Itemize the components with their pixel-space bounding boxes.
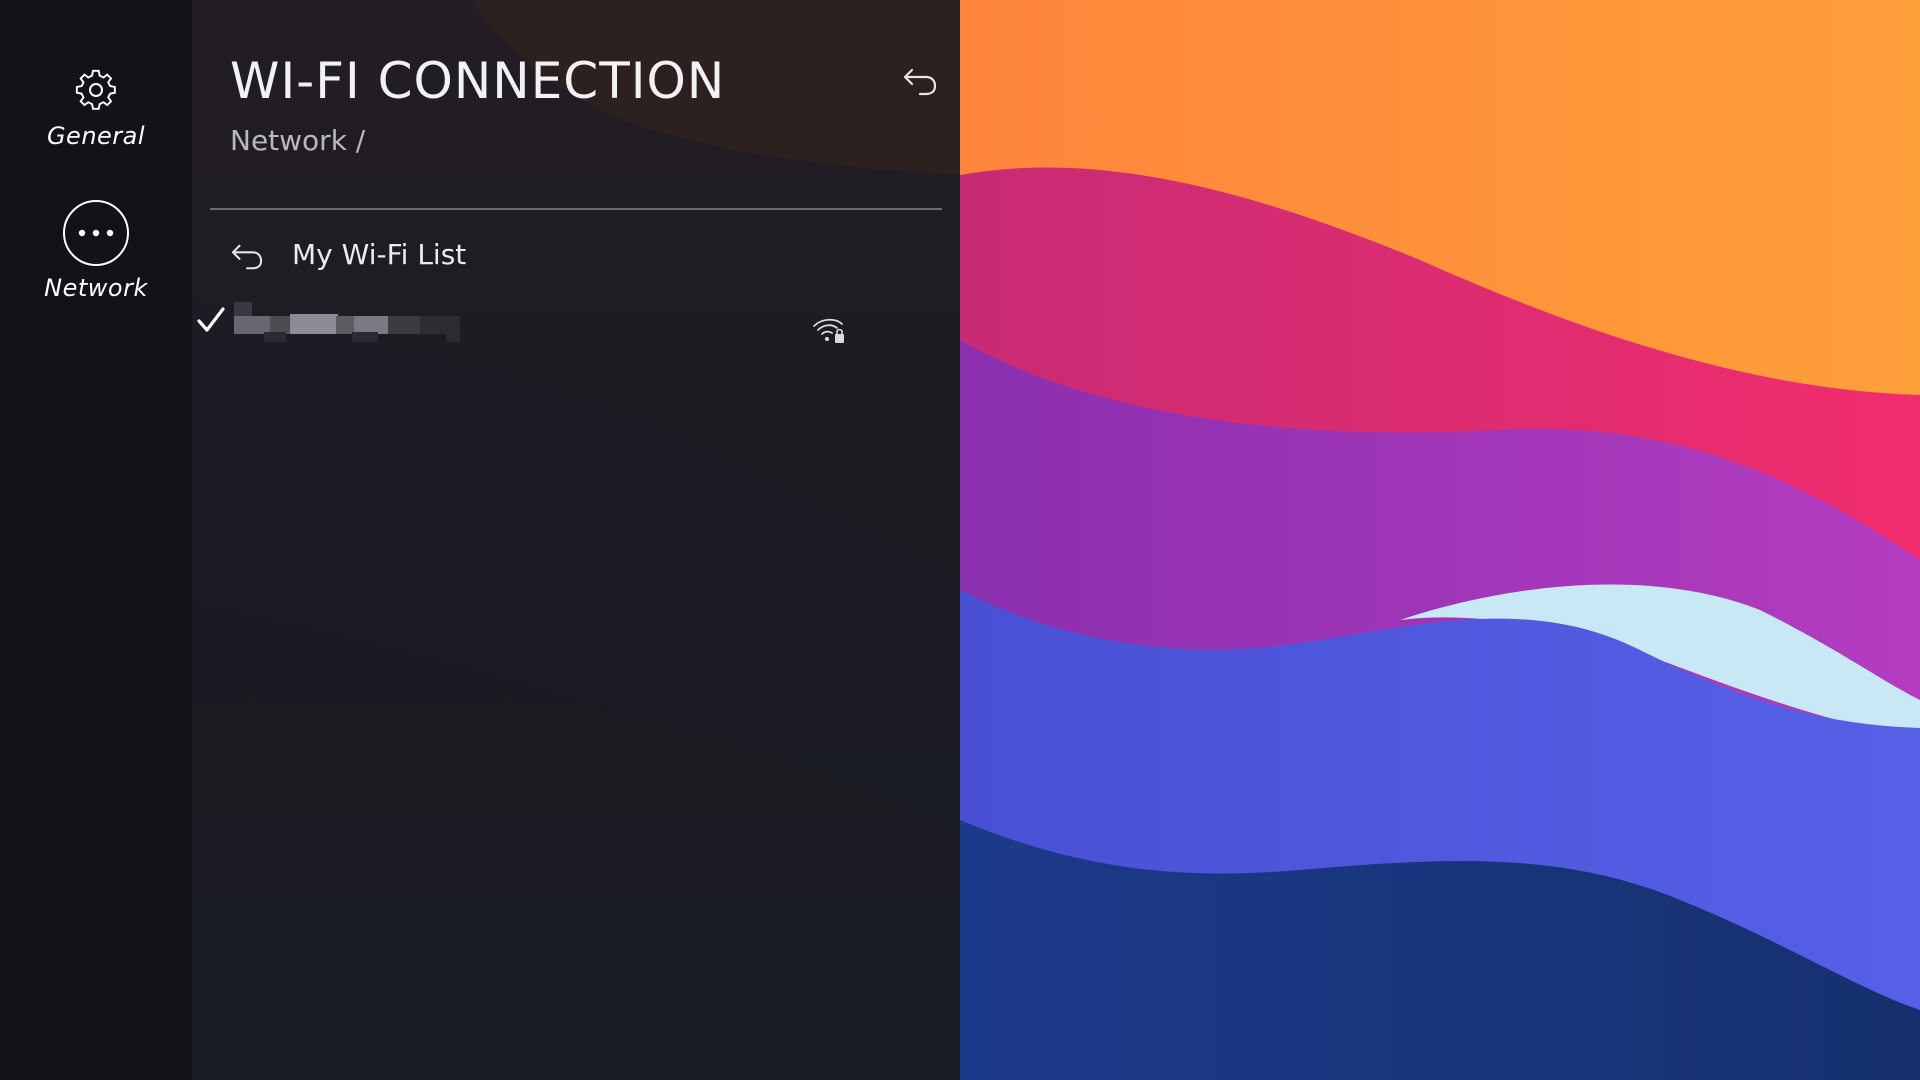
back-arrow-icon [231, 244, 263, 270]
back-arrow-icon[interactable] [902, 66, 938, 98]
gear-icon [75, 69, 116, 110]
page-title: WI-FI CONNECTION [230, 52, 726, 110]
sidebar-item-network[interactable]: Network [0, 200, 192, 302]
settings-sidebar: General Network [0, 0, 192, 1080]
divider [210, 208, 942, 210]
wifi-lock-icon [813, 318, 844, 343]
sidebar-item-label: General [46, 122, 146, 150]
tv-settings-screen: General Network WI-FI CONNECTION Network… [0, 0, 1920, 1080]
wifi-network-item[interactable] [192, 296, 960, 356]
breadcrumb: Network / [230, 124, 366, 157]
checkmark-icon [197, 307, 225, 332]
my-wifi-list-label: My Wi-Fi List [292, 238, 467, 271]
sidebar-item-label: Network [44, 274, 148, 302]
sidebar-item-general[interactable]: General [0, 68, 192, 150]
network-ssid [234, 300, 235, 301]
wifi-connection-panel: WI-FI CONNECTION Network / My Wi-Fi List [192, 0, 960, 1080]
panel-content: WI-FI CONNECTION Network / My Wi-Fi List [192, 0, 960, 1080]
my-wifi-list-back-button[interactable]: My Wi-Fi List [210, 226, 942, 286]
network-ssid-obscured [234, 300, 464, 352]
more-dots-icon [63, 200, 129, 266]
